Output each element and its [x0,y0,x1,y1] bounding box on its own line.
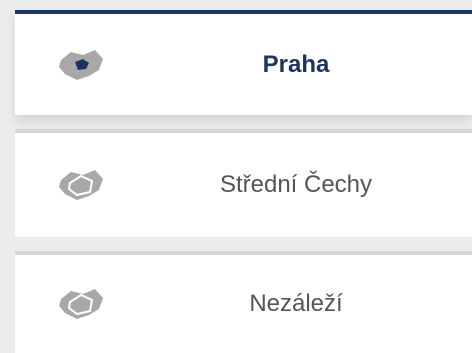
region-select-list: Praha Střední Čechy Nezáleží [0,0,472,353]
region-option-label: Nezáleží [249,290,343,317]
region-option-stredni-cechy[interactable]: Střední Čechy [15,129,472,237]
region-option-nezalezi[interactable]: Nezáleží [15,251,472,353]
region-option-praha[interactable]: Praha [15,10,472,115]
czech-map-any-region-icon [55,285,107,323]
czech-map-central-bohemia-icon [55,166,107,204]
region-option-label: Střední Čechy [219,171,373,198]
czech-map-prague-highlight-icon [55,46,107,84]
region-option-label: Praha [262,50,330,78]
